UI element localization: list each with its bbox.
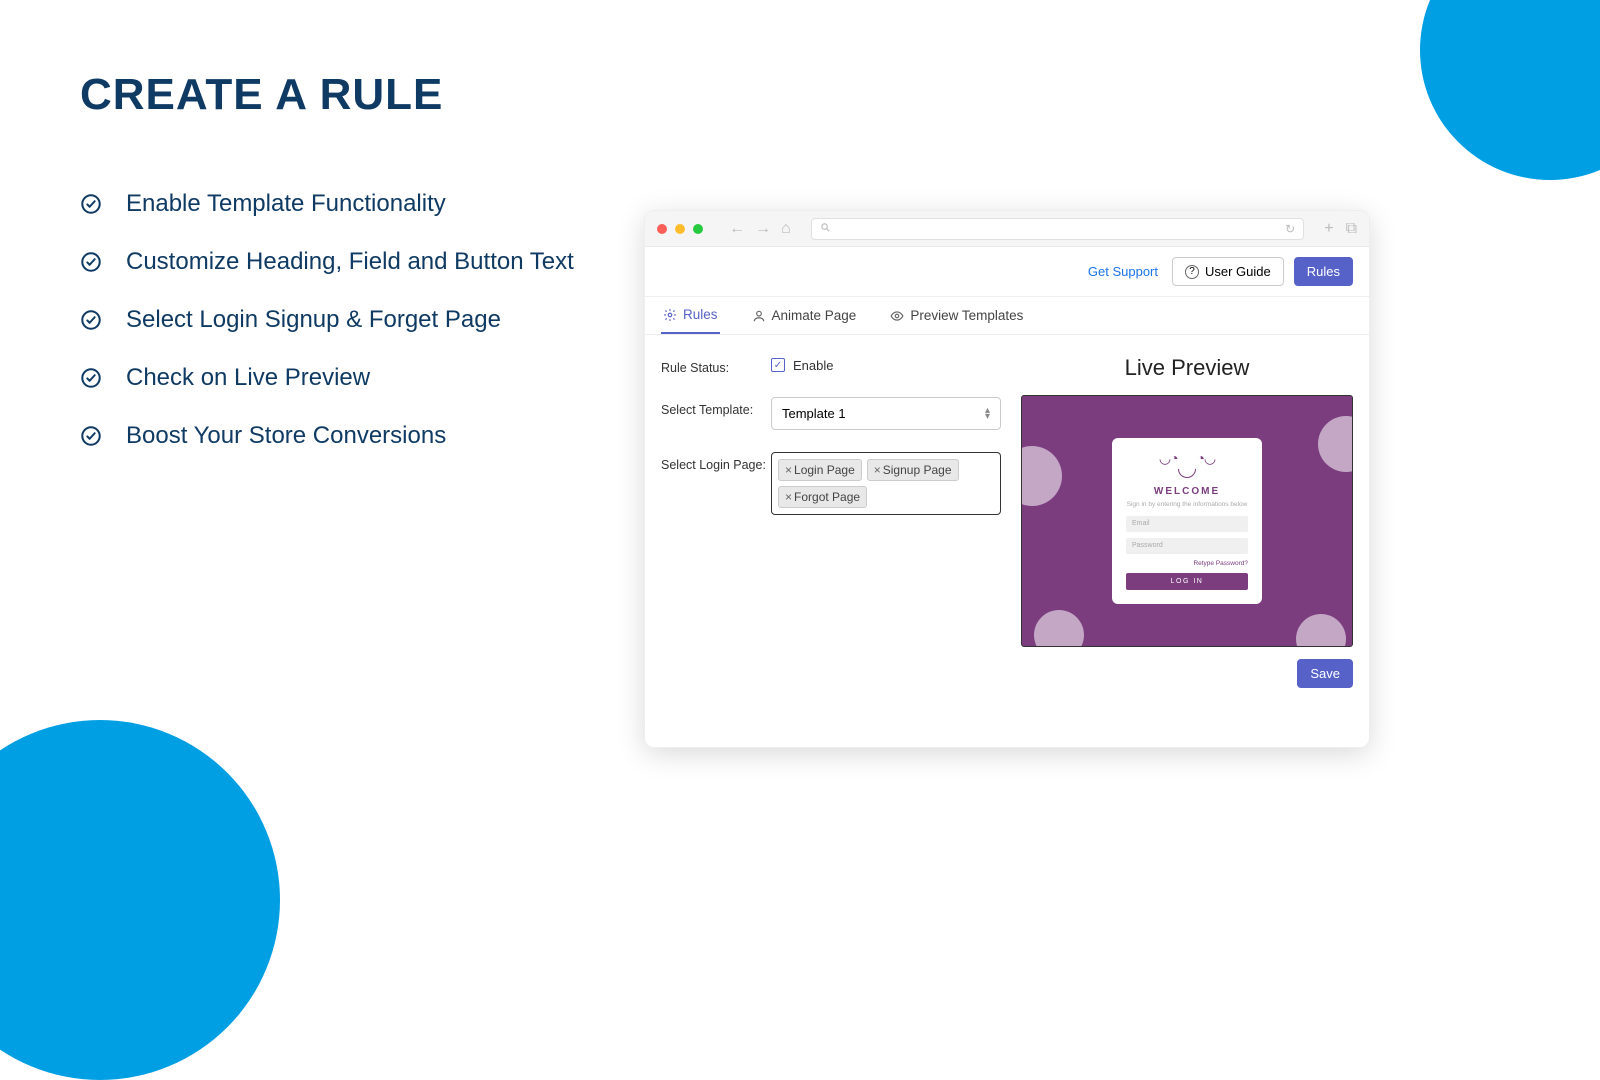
tab-label: Animate Page bbox=[772, 308, 857, 323]
decorative-shape bbox=[1296, 614, 1346, 647]
close-icon[interactable]: × bbox=[874, 463, 881, 477]
user-guide-label: User Guide bbox=[1205, 264, 1271, 279]
tag-label: Forgot Page bbox=[794, 490, 860, 504]
feature-item: Boost Your Store Conversions bbox=[80, 422, 620, 450]
page-title: Create a Rule bbox=[80, 70, 620, 120]
feature-text: Customize Heading, Field and Button Text bbox=[126, 248, 574, 276]
check-circle-icon bbox=[80, 425, 102, 447]
select-template-label: Select Template: bbox=[661, 397, 771, 430]
help-icon: ? bbox=[1185, 265, 1199, 279]
app-window: ← → ⌂ ↻ + ⧉ Get Support ? User Guide Rul… bbox=[644, 210, 1370, 748]
form-row-status: Rule Status: ✓ Enable bbox=[661, 355, 1001, 375]
user-icon bbox=[752, 309, 766, 323]
feature-text: Select Login Signup & Forget Page bbox=[126, 306, 501, 334]
decorative-corner-bottom bbox=[0, 720, 280, 1080]
eye-icon bbox=[890, 309, 904, 323]
feature-item: Enable Template Functionality bbox=[80, 190, 620, 218]
feature-item: Select Login Signup & Forget Page bbox=[80, 306, 620, 334]
enable-checkbox[interactable]: ✓ Enable bbox=[771, 355, 1001, 375]
decorative-corner-top bbox=[1420, 0, 1600, 180]
save-button[interactable]: Save bbox=[1297, 659, 1353, 688]
window-maximize-icon[interactable] bbox=[693, 224, 703, 234]
preview-login-card: ◡◔ ◔◡ WELCOME Sign in by entering the in… bbox=[1112, 438, 1262, 604]
smile-icon bbox=[1178, 469, 1196, 478]
enable-label: Enable bbox=[793, 358, 833, 373]
rule-status-label: Rule Status: bbox=[661, 355, 771, 375]
checkbox-icon: ✓ bbox=[771, 358, 785, 372]
feature-text: Check on Live Preview bbox=[126, 364, 370, 392]
tabs-icon[interactable]: ⧉ bbox=[1346, 220, 1357, 238]
app-footer: Save bbox=[645, 659, 1369, 702]
back-icon[interactable]: ← bbox=[729, 220, 745, 238]
close-icon[interactable]: × bbox=[785, 463, 792, 477]
decorative-shape bbox=[1034, 610, 1084, 647]
check-circle-icon bbox=[80, 367, 102, 389]
template-select[interactable]: Template 1 ▴▾ bbox=[771, 397, 1001, 430]
tabs: Rules Animate Page Preview Templates bbox=[645, 297, 1369, 335]
tag-label: Signup Page bbox=[883, 463, 952, 477]
home-icon[interactable]: ⌂ bbox=[781, 220, 791, 238]
welcome-heading: WELCOME bbox=[1126, 486, 1248, 497]
decorative-shape bbox=[1021, 446, 1062, 506]
live-preview-title: Live Preview bbox=[1021, 355, 1353, 381]
login-page-tags-input[interactable]: ×Login Page ×Signup Page ×Forgot Page bbox=[771, 452, 1001, 515]
chevron-updown-icon: ▴▾ bbox=[985, 408, 990, 420]
tab-animate-page[interactable]: Animate Page bbox=[750, 297, 859, 334]
close-icon[interactable]: × bbox=[785, 490, 792, 504]
browser-actions: + ⧉ bbox=[1324, 220, 1357, 238]
app-header: Get Support ? User Guide Rules bbox=[645, 247, 1369, 297]
preview-column: Live Preview ◡◔ ◔◡ WELCOME Sign in by en… bbox=[1021, 355, 1353, 647]
reload-icon[interactable]: ↻ bbox=[1285, 222, 1295, 236]
tag-label: Login Page bbox=[794, 463, 855, 477]
form-column: Rule Status: ✓ Enable Select Template: T… bbox=[661, 355, 1001, 647]
check-circle-icon bbox=[80, 193, 102, 215]
feature-text: Enable Template Functionality bbox=[126, 190, 446, 218]
content-area: Rule Status: ✓ Enable Select Template: T… bbox=[645, 335, 1369, 659]
feature-item: Check on Live Preview bbox=[80, 364, 620, 392]
live-preview-frame: ◡◔ ◔◡ WELCOME Sign in by entering the in… bbox=[1021, 395, 1353, 647]
tag-signup-page[interactable]: ×Signup Page bbox=[867, 459, 959, 481]
rules-button[interactable]: Rules bbox=[1294, 257, 1353, 286]
new-tab-icon[interactable]: + bbox=[1324, 220, 1333, 238]
feature-item: Customize Heading, Field and Button Text bbox=[80, 248, 620, 276]
left-panel: Create a Rule Enable Template Functional… bbox=[80, 70, 620, 480]
gear-icon bbox=[663, 308, 677, 322]
search-icon bbox=[820, 222, 831, 236]
form-row-template: Select Template: Template 1 ▴▾ bbox=[661, 397, 1001, 430]
check-circle-icon bbox=[80, 309, 102, 331]
browser-chrome: ← → ⌂ ↻ + ⧉ bbox=[645, 211, 1369, 247]
welcome-subtext: Sign in by entering the informations bel… bbox=[1126, 501, 1248, 508]
select-login-page-label: Select Login Page: bbox=[661, 452, 771, 515]
tab-label: Rules bbox=[683, 307, 718, 322]
feature-list: Enable Template Functionality Customize … bbox=[80, 190, 620, 450]
retype-password-link[interactable]: Retype Password? bbox=[1126, 560, 1248, 567]
password-field[interactable]: Password bbox=[1126, 538, 1248, 554]
select-value: Template 1 bbox=[782, 406, 846, 421]
form-row-login-page: Select Login Page: ×Login Page ×Signup P… bbox=[661, 452, 1001, 515]
tag-forgot-page[interactable]: ×Forgot Page bbox=[778, 486, 867, 508]
face-eyes-icon: ◡◔ ◔◡ bbox=[1126, 450, 1248, 467]
get-support-link[interactable]: Get Support bbox=[1088, 264, 1158, 279]
tab-label: Preview Templates bbox=[910, 308, 1023, 323]
feature-text: Boost Your Store Conversions bbox=[126, 422, 446, 450]
tag-login-page[interactable]: ×Login Page bbox=[778, 459, 862, 481]
window-close-icon[interactable] bbox=[657, 224, 667, 234]
tab-rules[interactable]: Rules bbox=[661, 297, 720, 334]
user-guide-button[interactable]: ? User Guide bbox=[1172, 257, 1284, 286]
address-bar[interactable]: ↻ bbox=[811, 218, 1305, 240]
decorative-shape bbox=[1318, 416, 1353, 472]
nav-arrows: ← → ⌂ bbox=[729, 220, 791, 238]
check-circle-icon bbox=[80, 251, 102, 273]
login-button[interactable]: LOG IN bbox=[1126, 573, 1248, 590]
tab-preview-templates[interactable]: Preview Templates bbox=[888, 297, 1025, 334]
forward-icon[interactable]: → bbox=[755, 220, 771, 238]
window-minimize-icon[interactable] bbox=[675, 224, 685, 234]
email-field[interactable]: Email bbox=[1126, 516, 1248, 532]
